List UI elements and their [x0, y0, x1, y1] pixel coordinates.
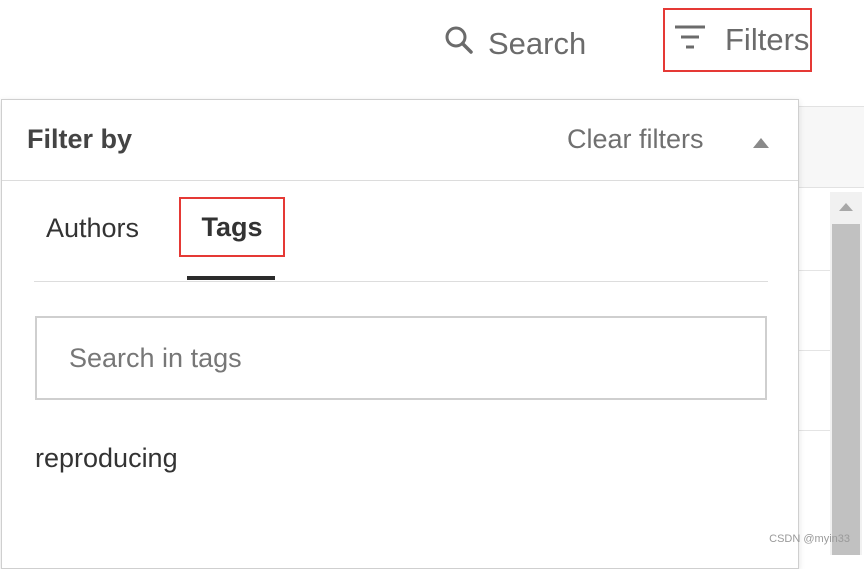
search-button[interactable]: Search [444, 24, 586, 64]
search-icon [444, 25, 474, 63]
filter-panel-header: Filter by Clear filters [2, 100, 798, 181]
tab-authors[interactable]: Authors [46, 213, 139, 244]
caret-up-icon[interactable] [752, 136, 772, 150]
watermark: CSDN @myin33 [769, 533, 850, 545]
tab-tags[interactable]: Tags [179, 197, 285, 257]
filter-panel: Filter by Clear filters Authors Tags rep… [1, 99, 799, 569]
filters-button-label: Filters [725, 22, 810, 57]
tabs-divider [34, 281, 768, 282]
list-row-divider [798, 430, 830, 431]
filter-panel-title: Filter by [27, 124, 133, 154]
scroll-up-arrow-icon[interactable] [830, 192, 862, 222]
clear-filters-link[interactable]: Clear filters [567, 124, 704, 155]
list-row-divider [798, 350, 830, 351]
list-row-divider [798, 270, 830, 271]
search-button-label: Search [488, 26, 587, 61]
filters-button[interactable]: Filters [663, 8, 812, 72]
tag-search-input[interactable] [35, 316, 767, 400]
background-list-header [798, 107, 864, 188]
scrollbar[interactable] [830, 192, 862, 555]
tab-tags-label: Tags [201, 211, 263, 242]
tag-item-reproducing[interactable]: reproducing [35, 443, 178, 474]
scrollbar-thumb[interactable] [832, 224, 860, 555]
filter-lines-icon [673, 22, 707, 58]
active-tab-indicator [187, 276, 275, 280]
